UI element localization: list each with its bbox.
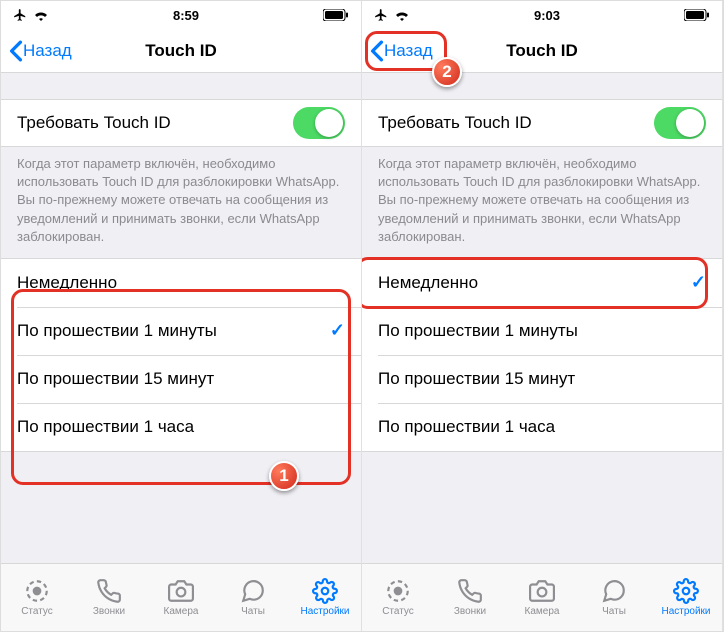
- annotation-badge-1: 1: [269, 461, 299, 491]
- annotation-badge-2: 2: [432, 57, 462, 87]
- setting-description: Когда этот параметр включён, необходимо …: [1, 147, 361, 258]
- option-immediately[interactable]: Немедленно ✓: [362, 259, 722, 307]
- camera-icon: [529, 578, 555, 604]
- tab-bar: Статус Звонки Камера Чаты Настройки: [1, 563, 361, 631]
- option-1-hour[interactable]: По прошествии 1 часа: [1, 403, 361, 451]
- tab-status[interactable]: Статус: [1, 564, 73, 631]
- status-time: 8:59: [173, 8, 199, 23]
- timeout-options: Немедленно ✓ По прошествии 1 минуты По п…: [362, 258, 722, 452]
- status-icon: [24, 578, 50, 604]
- content-area: Требовать Touch ID Когда этот параметр в…: [1, 73, 361, 563]
- nav-bar: Назад Touch ID 2: [362, 29, 722, 73]
- status-bar: 9:03: [362, 1, 722, 29]
- tab-settings[interactable]: Настройки: [289, 564, 361, 631]
- chevron-left-icon: [370, 40, 384, 62]
- option-1-minute[interactable]: По прошествии 1 минуты ✓: [1, 307, 361, 355]
- tab-calls[interactable]: Звонки: [73, 564, 145, 631]
- phone-icon: [457, 578, 483, 604]
- tab-camera[interactable]: Камера: [506, 564, 578, 631]
- phone-left: 8:59 Назад Touch ID Требовать Touch ID К…: [1, 1, 362, 631]
- camera-icon: [168, 578, 194, 604]
- tab-settings[interactable]: Настройки: [650, 564, 722, 631]
- back-button[interactable]: Назад: [366, 36, 439, 66]
- option-15-minutes[interactable]: По прошествии 15 минут: [362, 355, 722, 403]
- battery-icon: [684, 9, 710, 21]
- status-bar: 8:59: [1, 1, 361, 29]
- airplane-icon: [374, 8, 388, 22]
- tab-camera[interactable]: Камера: [145, 564, 217, 631]
- chevron-left-icon: [9, 40, 23, 62]
- wifi-icon: [33, 9, 49, 21]
- phone-icon: [96, 578, 122, 604]
- option-15-minutes[interactable]: По прошествии 15 минут: [1, 355, 361, 403]
- tab-status[interactable]: Статус: [362, 564, 434, 631]
- check-icon: ✓: [691, 272, 706, 293]
- gear-icon: [312, 578, 338, 604]
- back-label: Назад: [384, 41, 433, 61]
- require-touchid-row: Требовать Touch ID: [1, 99, 361, 147]
- phone-right: 9:03 Назад Touch ID 2 Требовать Touch ID…: [362, 1, 723, 631]
- nav-bar: Назад Touch ID: [1, 29, 361, 73]
- require-touchid-row: Требовать Touch ID: [362, 99, 722, 147]
- require-touchid-label: Требовать Touch ID: [17, 113, 171, 133]
- setting-description: Когда этот параметр включён, необходимо …: [362, 147, 722, 258]
- option-immediately[interactable]: Немедленно: [1, 259, 361, 307]
- tab-chats[interactable]: Чаты: [578, 564, 650, 631]
- require-touchid-toggle[interactable]: [293, 107, 345, 139]
- content-area: Требовать Touch ID Когда этот параметр в…: [362, 73, 722, 563]
- gear-icon: [673, 578, 699, 604]
- airplane-icon: [13, 8, 27, 22]
- option-1-hour[interactable]: По прошествии 1 часа: [362, 403, 722, 451]
- require-touchid-label: Требовать Touch ID: [378, 113, 532, 133]
- wifi-icon: [394, 9, 410, 21]
- check-icon: ✓: [330, 320, 345, 341]
- tab-chats[interactable]: Чаты: [217, 564, 289, 631]
- chats-icon: [601, 578, 627, 604]
- require-touchid-toggle[interactable]: [654, 107, 706, 139]
- tab-calls[interactable]: Звонки: [434, 564, 506, 631]
- status-time: 9:03: [534, 8, 560, 23]
- tab-bar: Статус Звонки Камера Чаты Настройки: [362, 563, 722, 631]
- chats-icon: [240, 578, 266, 604]
- timeout-options: Немедленно По прошествии 1 минуты ✓ По п…: [1, 258, 361, 452]
- battery-icon: [323, 9, 349, 21]
- back-label: Назад: [23, 41, 72, 61]
- option-1-minute[interactable]: По прошествии 1 минуты: [362, 307, 722, 355]
- status-icon: [385, 578, 411, 604]
- back-button[interactable]: Назад: [5, 36, 78, 66]
